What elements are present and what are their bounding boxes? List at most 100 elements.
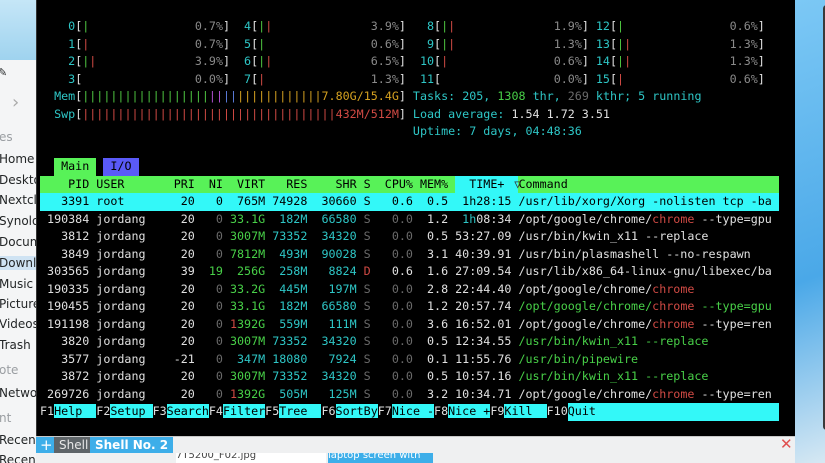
- terminal-tab-bar: + Shell Shell No. 2: [36, 436, 795, 454]
- pin-icon[interactable]: ✎: [0, 66, 7, 79]
- sidebar-item[interactable]: Trash: [0, 338, 31, 352]
- process-row[interactable]: 190384 jordang 20 0 33.1G 182M 66580 S 0.0…: [40, 211, 779, 229]
- fkey-f5-button[interactable]: F5Tree: [265, 403, 322, 421]
- command-part: /usr/bin/kwin_x11 --replace: [518, 334, 709, 348]
- virt: 3007M: [223, 333, 265, 351]
- column-command-header[interactable]: Command: [518, 176, 567, 194]
- column-time-header[interactable]: TIME+: [455, 175, 519, 193]
- column-mem-header[interactable]: MEM%: [413, 176, 448, 194]
- sidebar-item[interactable]: Recent: [0, 433, 40, 447]
- fkey-f4-button[interactable]: F4Filter: [209, 403, 266, 421]
- cpu-meter: 9[|| 1.3%]: [413, 36, 589, 54]
- mem-percent: 0.5: [412, 194, 449, 208]
- sidebar-item[interactable]: Music: [0, 277, 33, 291]
- pid: 303565: [40, 264, 90, 278]
- process-row[interactable]: 3391 root 20 0 765M 74928 30660 S 0.6 0.5 …: [40, 193, 779, 211]
- mem-percent: 3.6: [412, 316, 449, 331]
- process-row[interactable]: 3577 jordang -21 0 347M 18080 7924 S 0.0 0…: [40, 351, 779, 369]
- desktop-background: [795, 0, 825, 463]
- cpu-percent: 3.9%: [370, 19, 399, 33]
- sidebar-item[interactable]: Synology: [0, 214, 40, 228]
- tab-shell[interactable]: Shell: [54, 437, 94, 454]
- column-s-header[interactable]: S: [364, 176, 371, 194]
- column-cpu-header[interactable]: CPU%: [371, 176, 413, 194]
- process-row[interactable]: 3812 jordang 20 0 3007M 73352 34320 S 0.0 …: [40, 228, 779, 246]
- terminal-line: Main I/O: [40, 158, 779, 176]
- cpu-percent: 0.0: [370, 316, 413, 331]
- file-item[interactable]: 7T5200_F02.jpg: [176, 453, 326, 463]
- mem-percent: 1.6: [412, 264, 449, 278]
- sidebar-item[interactable]: Pictures: [0, 297, 40, 311]
- column-shr-header[interactable]: SHR: [307, 176, 357, 194]
- priority: 20: [166, 386, 195, 401]
- fkey-label: Search: [166, 404, 209, 418]
- threads-count: 1308: [497, 89, 526, 103]
- column-ni-header[interactable]: NI: [195, 176, 223, 194]
- sidebar-item[interactable]: Videos: [0, 317, 39, 331]
- cpu-label: 12: [588, 19, 610, 33]
- mem-percent: 0.5: [412, 229, 449, 243]
- nice: 0: [194, 316, 223, 331]
- process-row[interactable]: 190455 jordang 20 0 33.1G 182M 66580 S 0.0…: [40, 298, 779, 316]
- terminal-window[interactable]: 0[| 0.7%] 4[|| 3.9%] 8[|| 1.9%] 12[| 0.6…: [36, 0, 825, 436]
- cpu-label: 0: [54, 19, 76, 33]
- column-res-header[interactable]: RES: [265, 176, 307, 194]
- sidebar-item: nt: [0, 411, 12, 425]
- sidebar-item[interactable]: Downloads: [0, 256, 40, 270]
- fkey-f2-button[interactable]: F2Setup: [96, 403, 153, 421]
- command-part: --type=gpu: [694, 211, 772, 226]
- fkey-key: F6: [321, 404, 336, 418]
- command: /usr/bin/kwin_x11 --replace: [518, 368, 708, 386]
- process-row[interactable]: 269726 jordang 20 0 1392G 505M 125M S 0.0 …: [40, 386, 779, 404]
- pid: 3577: [40, 351, 90, 366]
- column-virt-header[interactable]: VIRT: [223, 176, 265, 194]
- priority: 20: [166, 246, 195, 261]
- process-row[interactable]: 3820 jordang 20 0 3007M 73352 34320 S 0.0 …: [40, 333, 779, 351]
- close-tab-icon[interactable]: ✕: [780, 437, 793, 452]
- cpu-meter: 4[|| 3.9%]: [230, 18, 406, 36]
- process-row[interactable]: 3849 jordang 20 0 7812M 493M 90028 S 0.0 3…: [40, 246, 779, 264]
- shared: 34320: [307, 369, 357, 383]
- tab-io[interactable]: I/O: [103, 158, 139, 176]
- forward-arrow-icon[interactable]: ›: [12, 92, 19, 113]
- column-user-header[interactable]: USER: [96, 176, 166, 194]
- sidebar-item[interactable]: Home: [0, 152, 34, 166]
- resident: 182M: [265, 211, 308, 226]
- command: /opt/google/chrome/chrome --type=ren: [518, 386, 771, 404]
- column-pri-header[interactable]: PRI: [167, 176, 195, 194]
- file-item-selected[interactable]: laptop screen with: [328, 453, 433, 463]
- fkey-f10-button[interactable]: F10Quit: [547, 403, 779, 421]
- sidebar-item[interactable]: Nextcloud: [0, 193, 40, 207]
- sidebar-item[interactable]: Desktop: [0, 173, 40, 187]
- command: /usr/bin/kwin_x11 --replace: [518, 333, 708, 351]
- virt-part: 392G: [237, 316, 266, 331]
- process-row[interactable]: 303565 jordang 39 19 256G 258M 8824 D 0.6 …: [40, 263, 779, 281]
- fkey-f9-button[interactable]: F9Kill: [490, 403, 547, 421]
- user: jordang: [96, 316, 146, 331]
- virt-part: 1: [222, 386, 238, 401]
- fkey-f8-button[interactable]: F8Nice +: [434, 403, 491, 421]
- fkey-f3-button[interactable]: F3Search: [153, 403, 209, 421]
- command-part: /opt/google/chrome/: [518, 386, 653, 401]
- pid: 269726: [40, 386, 90, 401]
- fkey-f6-button[interactable]: F6SortBy: [321, 403, 378, 421]
- process-row[interactable]: 190335 jordang 20 0 33.2G 445M 197M S 0.0 …: [40, 281, 779, 299]
- process-row[interactable]: 191198 jordang 20 0 1392G 559M 111M S 0.0 …: [40, 316, 779, 334]
- priority: 39: [166, 264, 195, 278]
- sidebar-item[interactable]: Recent Locations: [0, 453, 40, 463]
- fkey-f1-button[interactable]: F1Help: [40, 403, 97, 421]
- tab-shell-no-2[interactable]: Shell No. 2: [90, 437, 174, 454]
- mem-percent: 0.1: [412, 351, 449, 366]
- process-row[interactable]: 3872 jordang 20 0 3007M 73352 34320 S 0.0 …: [40, 368, 779, 386]
- fkey-label: Kill: [504, 404, 547, 418]
- sidebar-item[interactable]: Documents: [0, 235, 40, 249]
- terminal-line: Mem[||||||||||||||||||||||||||||||||||7.…: [40, 88, 779, 106]
- tab-main[interactable]: Main: [54, 158, 97, 176]
- user: jordang: [96, 334, 146, 348]
- fkey-f7-button[interactable]: F7Nice -: [378, 403, 435, 421]
- column-pid-header[interactable]: PID: [40, 176, 89, 194]
- sidebar-item[interactable]: Network: [0, 386, 40, 400]
- fkey-key: F3: [152, 404, 167, 418]
- sort-indicator-icon[interactable]: ▽: [514, 176, 521, 194]
